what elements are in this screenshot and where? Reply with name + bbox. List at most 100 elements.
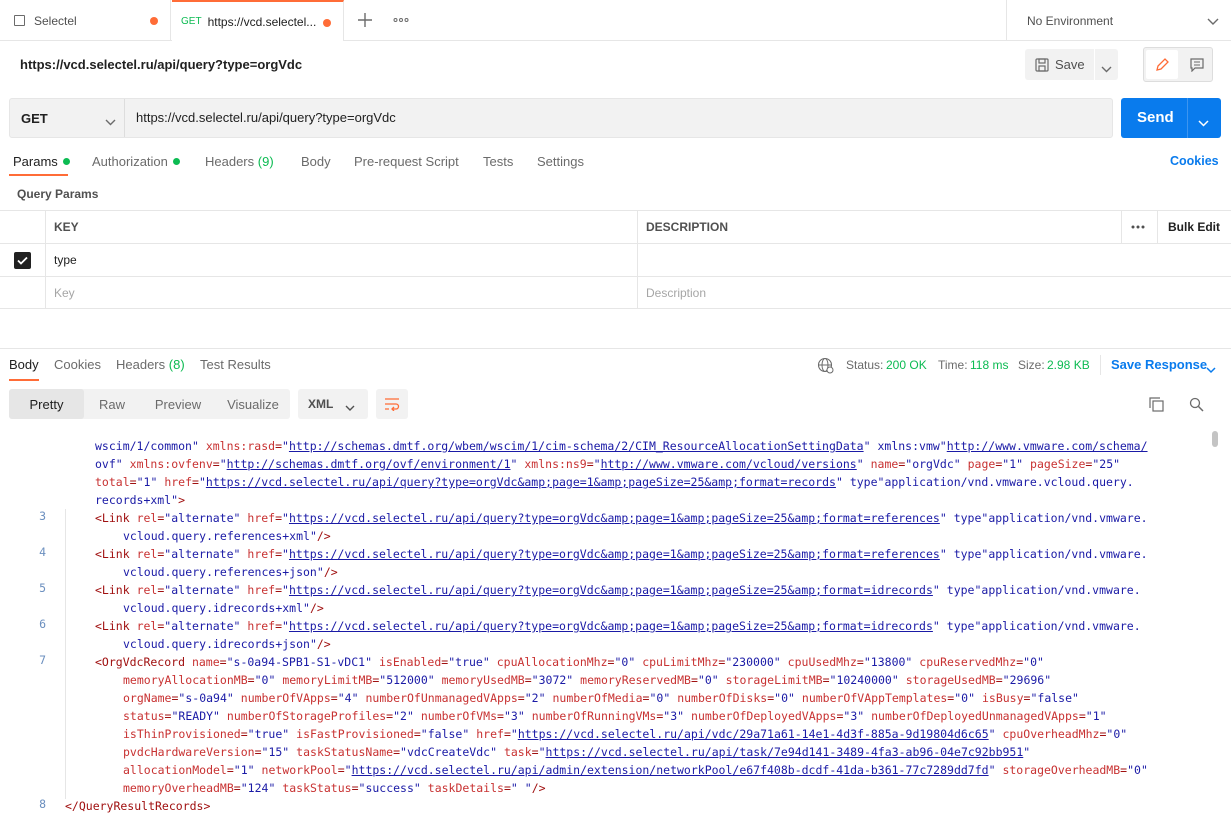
line-number: 8 <box>39 797 46 811</box>
key-input[interactable]: Key <box>54 277 75 308</box>
bulk-edit-button[interactable]: Bulk Edit <box>1168 211 1220 243</box>
active-tab-underline <box>9 174 68 176</box>
globe-network-icon[interactable] <box>817 357 834 377</box>
status-value[interactable]: 200 OK <box>886 358 927 372</box>
line-number: 3 <box>39 509 46 523</box>
tab-test-results[interactable]: Test Results <box>200 357 271 372</box>
save-button[interactable]: Save <box>1025 49 1118 80</box>
tab-request[interactable]: GET https://vcd.selectel... <box>172 0 344 41</box>
code-line: status="READY" numberOfStorageProfiles="… <box>123 709 1107 723</box>
chevron-down-icon <box>105 114 116 129</box>
send-split-divider <box>1187 98 1188 138</box>
code-line: vcloud.query.references+xml"/> <box>123 529 331 543</box>
tab-tests[interactable]: Tests <box>483 154 513 169</box>
cookies-link[interactable]: Cookies <box>1170 154 1219 168</box>
tab-authorization[interactable]: Authorization <box>92 154 180 169</box>
code-line: <Link rel="alternate" href="https://vcd.… <box>95 583 1141 597</box>
params-table: KEY DESCRIPTION Bulk Edit type Key Descr… <box>0 210 1231 309</box>
environment-select[interactable]: No Environment <box>1006 0 1231 41</box>
edit-pencil-icon[interactable] <box>1146 50 1178 79</box>
indent-guide <box>65 509 66 799</box>
code-line: </QueryResultRecords> <box>65 799 211 813</box>
search-icon[interactable] <box>1189 397 1204 415</box>
tab-prerequest-script[interactable]: Pre-request Script <box>354 154 459 169</box>
param-enabled-checkbox[interactable] <box>0 244 46 276</box>
view-mode-segmented: Pretty Raw Preview Visualize <box>9 389 290 419</box>
tab-label: Selectel <box>34 13 77 28</box>
view-raw[interactable]: Raw <box>84 389 140 419</box>
time-value[interactable]: 118 ms <box>970 358 1008 372</box>
tab-response-body[interactable]: Body <box>9 357 39 372</box>
more-tabs-icon[interactable] <box>393 13 409 27</box>
code-line: wscim/1/common" xmlns:rasd="http://schem… <box>95 439 1148 453</box>
active-dot-icon <box>62 158 70 165</box>
new-tab-plus-icon[interactable] <box>357 12 373 28</box>
param-key-cell[interactable]: type <box>54 244 77 276</box>
table-row-empty: Key Description <box>0 277 1231 309</box>
scrollbar-thumb[interactable] <box>1212 431 1218 447</box>
divider <box>1100 355 1101 375</box>
url-input[interactable]: https://vcd.selectel.ru/api/query?type=o… <box>136 110 396 125</box>
send-button[interactable]: Send <box>1121 98 1221 138</box>
method-select[interactable]: GET <box>10 99 125 137</box>
chevron-down-icon <box>345 401 355 415</box>
response-headers-count: (8) <box>168 357 185 372</box>
tab-authorization-label: Authorization <box>92 154 168 169</box>
method-label: GET <box>21 110 48 126</box>
size-label: Size: <box>1018 358 1045 372</box>
description-input[interactable]: Description <box>646 277 706 308</box>
url-bar: GET https://vcd.selectel.ru/api/query?ty… <box>9 98 1113 138</box>
tab-params[interactable]: Params <box>13 154 70 169</box>
code-line: total="1" href="https://vcd.selectel.ru/… <box>95 475 1134 489</box>
save-icon <box>1035 57 1049 72</box>
copy-icon[interactable] <box>1149 397 1164 415</box>
send-options-chevron-icon[interactable] <box>1198 114 1209 131</box>
code-line: <Link rel="alternate" href="https://vcd.… <box>95 619 1141 633</box>
code-line: <Link rel="alternate" href="https://vcd.… <box>95 511 1148 525</box>
save-options-chevron-icon[interactable] <box>1101 61 1112 76</box>
send-label: Send <box>1137 109 1174 126</box>
request-title[interactable]: https://vcd.selectel.ru/api/query?type=o… <box>20 57 302 72</box>
more-options-icon[interactable] <box>1131 211 1145 243</box>
save-response-button[interactable]: Save Response <box>1111 357 1207 372</box>
tab-settings[interactable]: Settings <box>537 154 584 169</box>
request-tabs: Params Authorization Headers (9) Body Pr… <box>0 148 1231 176</box>
query-params-title: Query Params <box>17 187 99 201</box>
view-preview[interactable]: Preview <box>140 389 216 419</box>
response-tabs: Body Cookies Headers (8) Test Results St… <box>0 349 1231 381</box>
code-line: pvdcHardwareVersion="15" taskStatusName=… <box>123 745 1031 759</box>
environment-label: No Environment <box>1027 13 1114 28</box>
line-number: 7 <box>39 653 46 667</box>
active-tab-underline <box>9 379 39 381</box>
view-visualize[interactable]: Visualize <box>216 389 290 419</box>
tab-bar: Selectel GET https://vcd.selectel... No … <box>0 0 1231 41</box>
wrap-lines-icon[interactable] <box>376 389 408 419</box>
table-row: type <box>0 244 1231 277</box>
format-select[interactable]: XML <box>298 389 368 419</box>
save-label: Save <box>1055 57 1085 72</box>
chevron-down-icon <box>1206 362 1216 377</box>
unsaved-dot-icon <box>323 19 331 27</box>
format-label: XML <box>308 397 334 411</box>
code-line: vcloud.query.references+json"/> <box>123 565 338 579</box>
code-line: memoryOverheadMB="124" taskStatus="succe… <box>123 781 546 795</box>
code-line: vcloud.query.idrecords+xml"/> <box>123 601 324 615</box>
collection-icon <box>14 15 25 26</box>
code-line: allocationModel="1" networkPool="https:/… <box>123 763 1148 777</box>
tab-body[interactable]: Body <box>301 154 331 169</box>
tab-response-headers[interactable]: Headers (8) <box>116 357 185 372</box>
column-key-header: KEY <box>54 220 79 234</box>
tab-response-cookies[interactable]: Cookies <box>54 357 101 372</box>
code-scrollbar[interactable] <box>1212 429 1219 818</box>
view-pretty[interactable]: Pretty <box>9 389 84 419</box>
code-line: records+xml"> <box>95 493 186 507</box>
size-value[interactable]: 2.98 KB <box>1047 358 1090 372</box>
tab-params-label: Params <box>13 154 58 169</box>
chevron-down-icon <box>1207 15 1219 29</box>
response-code-view[interactable]: 3 4 5 6 7 8 wscim/1/common" xmlns:rasd="… <box>0 429 1210 818</box>
checkbox-checked-icon <box>14 251 31 269</box>
column-description-header: DESCRIPTION <box>646 220 729 234</box>
tab-selectel[interactable]: Selectel <box>0 0 171 41</box>
tab-headers[interactable]: Headers (9) <box>205 154 274 169</box>
comments-icon[interactable] <box>1182 50 1212 79</box>
